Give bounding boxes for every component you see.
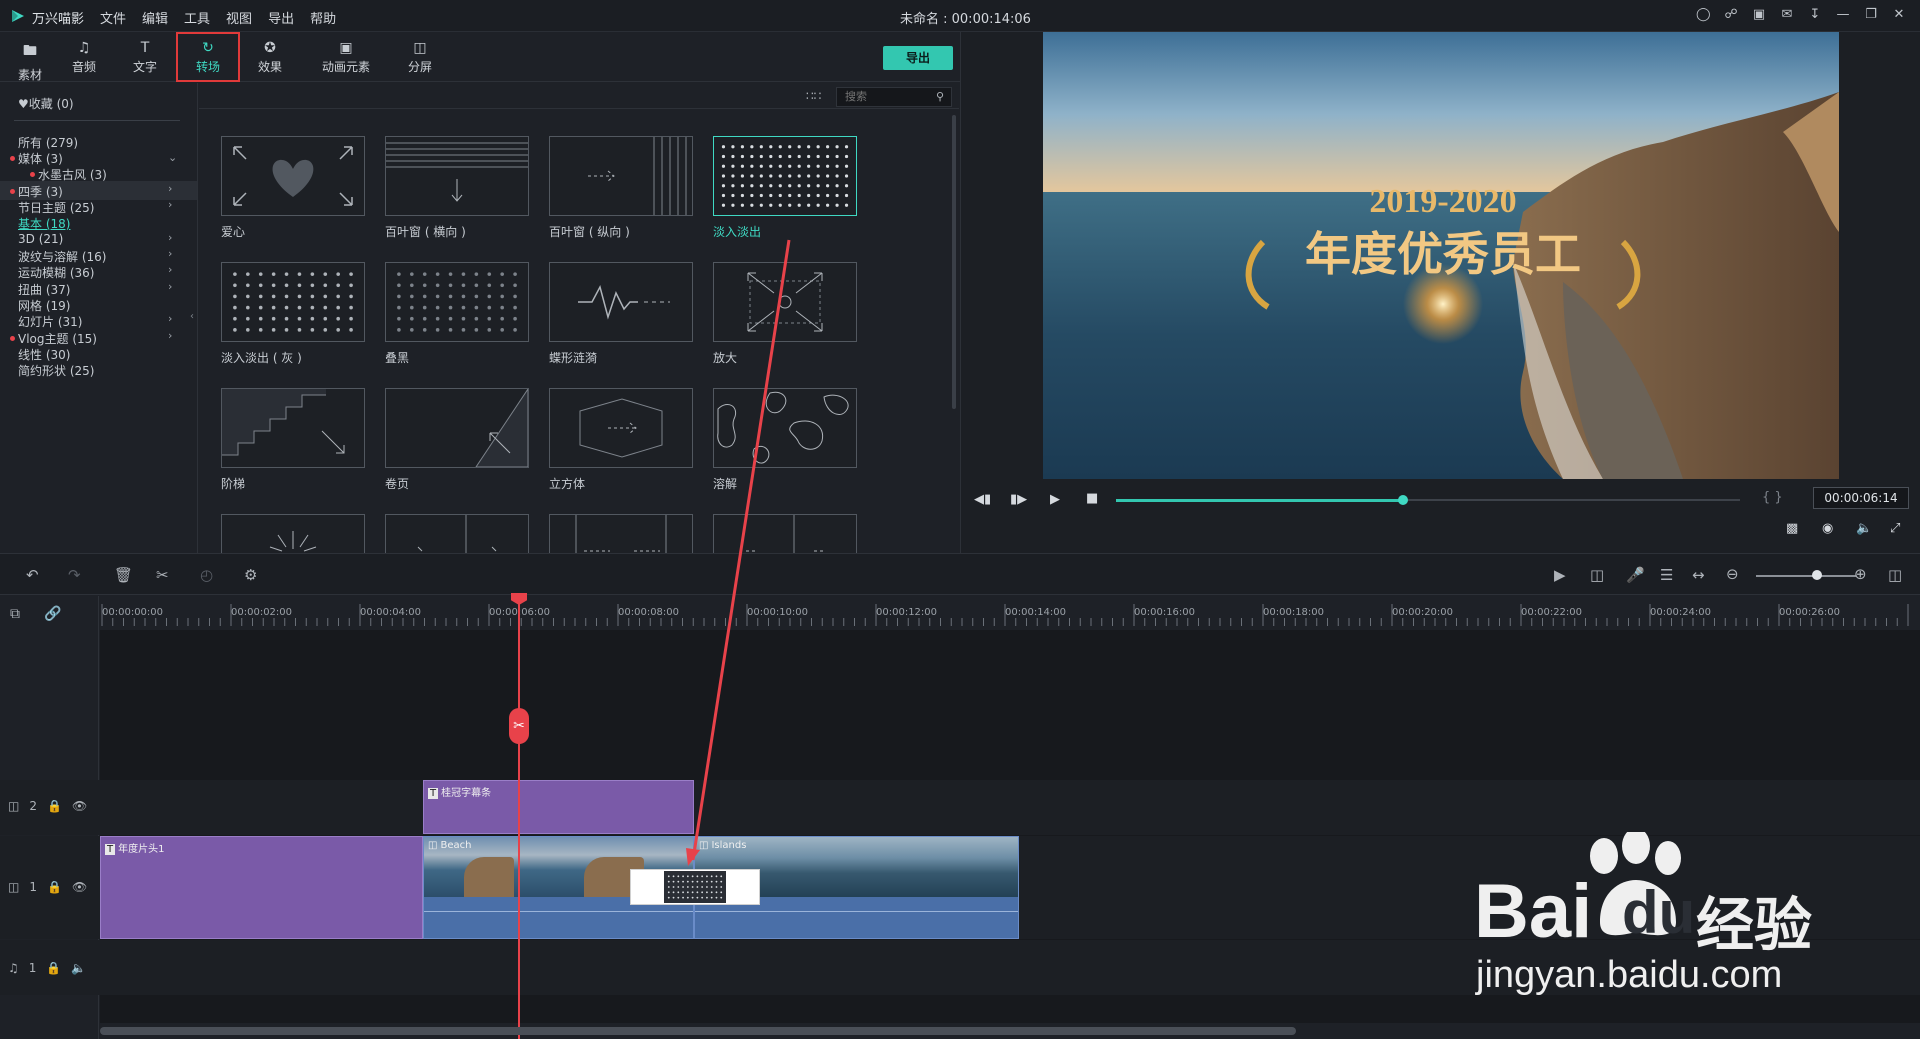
watermark-url: jingyan.baidu.com (1476, 954, 1783, 996)
watermark-brand-du: du (1622, 879, 1696, 946)
watermark-cn: 经验 (1696, 891, 1813, 959)
watermark-brand: Bai (1474, 869, 1593, 954)
